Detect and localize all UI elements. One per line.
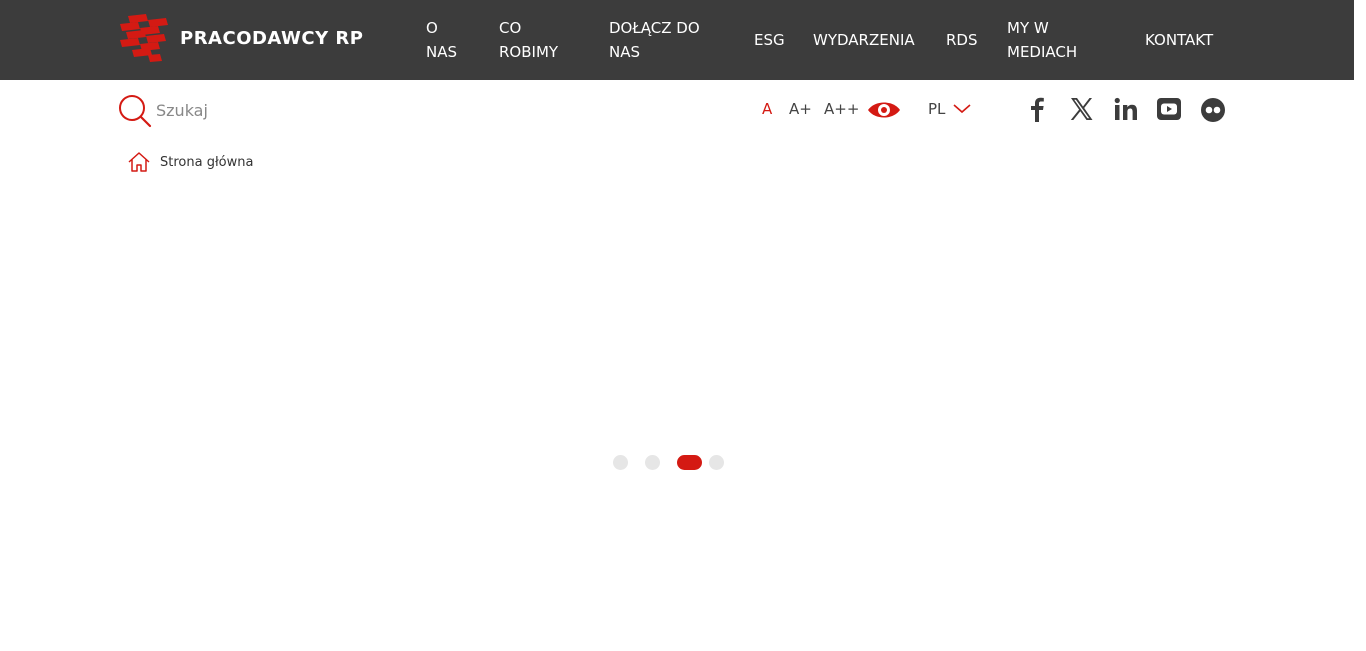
site-logo[interactable]: PRACODAWCY RP: [118, 14, 363, 64]
flickr-icon[interactable]: [1200, 96, 1226, 126]
slider-dot-active[interactable]: [677, 455, 702, 470]
youtube-icon[interactable]: [1156, 96, 1182, 126]
eye-icon[interactable]: [867, 98, 901, 126]
font-size-normal-button[interactable]: A: [762, 100, 772, 118]
linkedin-icon[interactable]: [1113, 96, 1139, 126]
top-navigation-bar: PRACODAWCY RP O NAS CO ROBIMY DOŁĄCZ DO …: [0, 0, 1354, 80]
home-icon: [128, 152, 150, 172]
search-icon[interactable]: [118, 94, 152, 132]
nav-item-rds[interactable]: RDS: [946, 28, 978, 52]
breadcrumb: Strona główna: [128, 152, 253, 172]
brand-name: PRACODAWCY RP: [180, 28, 364, 49]
nav-item-o-nas[interactable]: O NAS: [426, 16, 470, 64]
slider-dot[interactable]: [709, 455, 724, 470]
breadcrumb-home-link[interactable]: Strona główna: [160, 155, 253, 170]
nav-item-wydarzenia[interactable]: WYDARZENIA: [813, 28, 915, 52]
facebook-icon[interactable]: [1027, 96, 1047, 126]
nav-item-esg[interactable]: ESG: [754, 28, 785, 52]
slider-dot[interactable]: [613, 455, 628, 470]
nav-item-my-w-mediach[interactable]: MY W MEDIACH: [1007, 16, 1117, 64]
search-input[interactable]: [154, 96, 418, 124]
chevron-down-icon: [953, 104, 971, 114]
slider-pagination: [613, 455, 733, 471]
nav-item-kontakt[interactable]: KONTAKT: [1145, 28, 1213, 52]
x-icon[interactable]: [1069, 96, 1093, 126]
language-current: PL: [928, 100, 946, 118]
nav-item-dolacz-do-nas[interactable]: DOŁĄCZ DO NAS: [609, 16, 719, 64]
logo-mark-icon: [120, 14, 168, 62]
slider-dot[interactable]: [645, 455, 660, 470]
language-selector[interactable]: PL: [928, 100, 971, 118]
font-size-large-button[interactable]: A+: [789, 100, 812, 118]
nav-item-co-robimy[interactable]: CO ROBIMY: [499, 16, 569, 64]
font-size-xlarge-button[interactable]: A++: [824, 100, 859, 118]
